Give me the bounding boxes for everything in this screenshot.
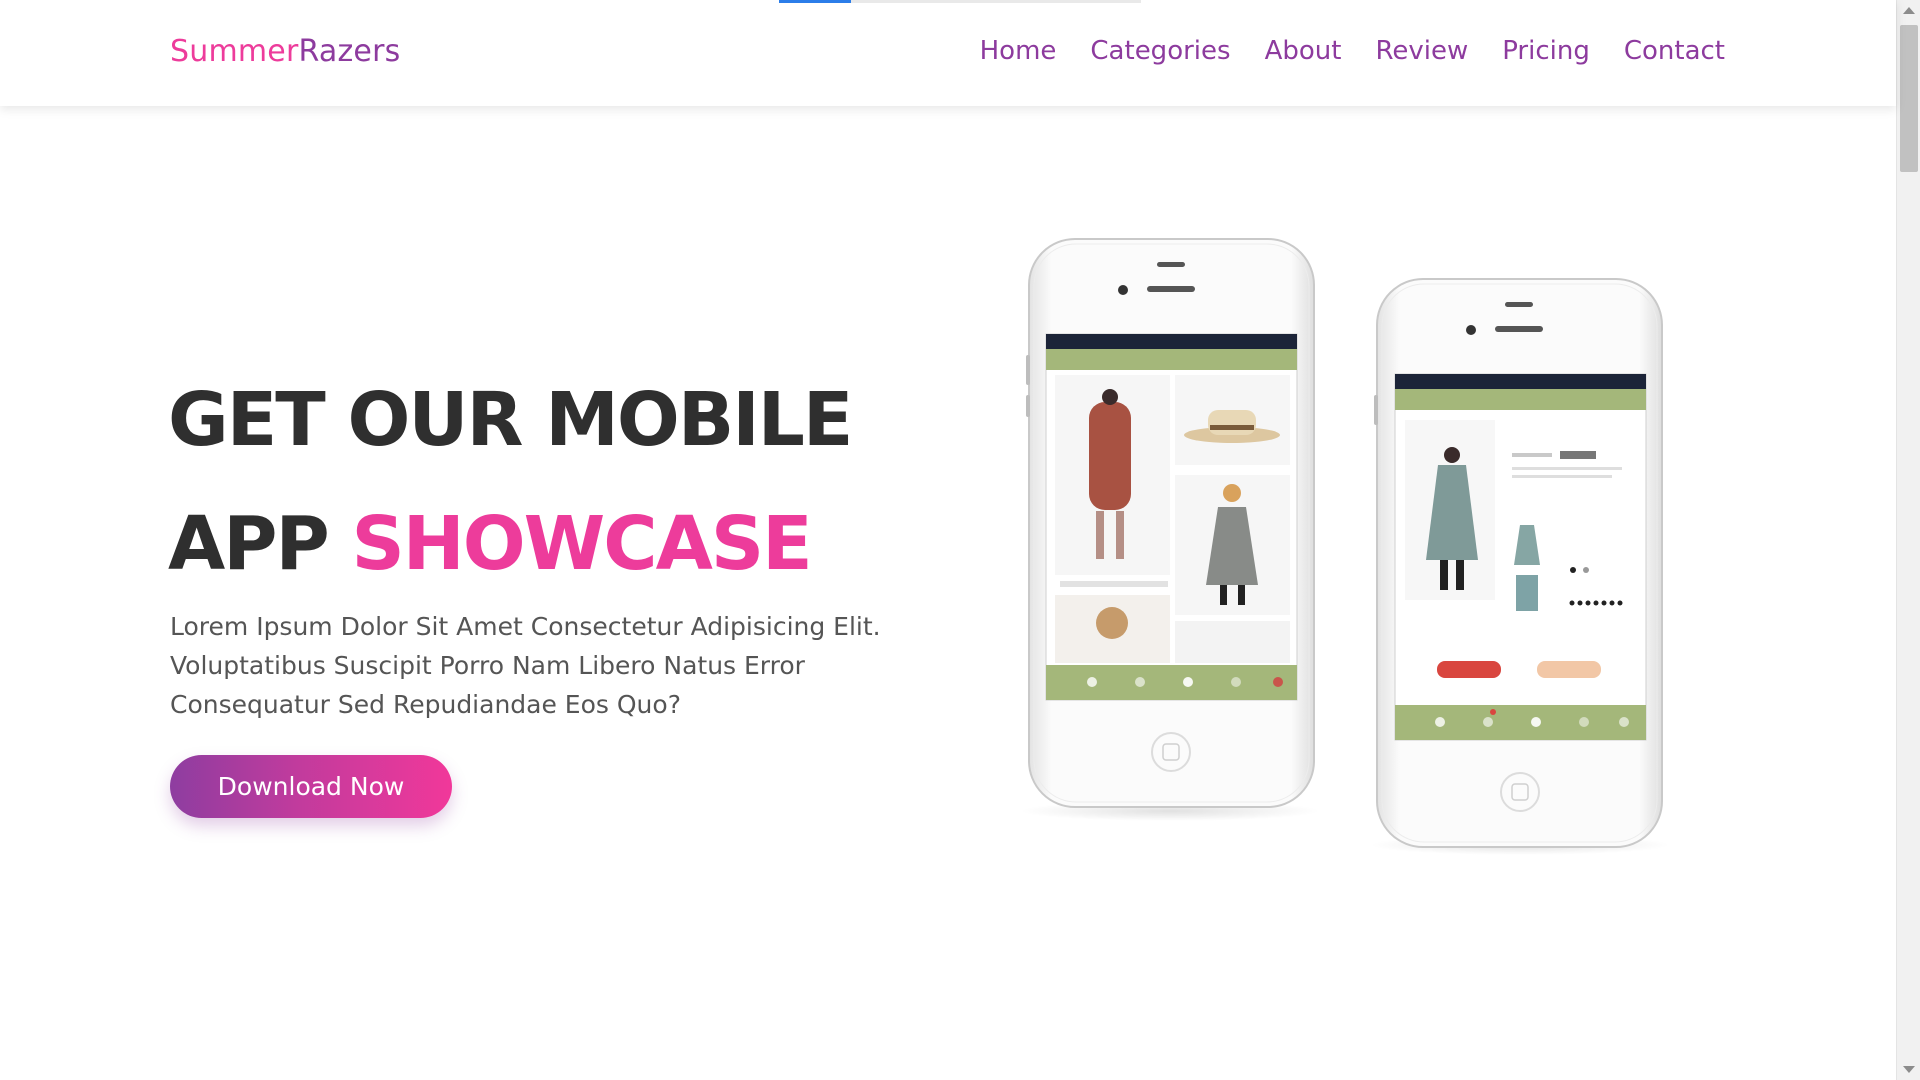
page-loading-progress: [779, 0, 851, 3]
scroll-down-arrow-icon[interactable]: [1903, 1066, 1915, 1073]
hero-title-line-2: APP: [168, 501, 352, 587]
nav-link-contact[interactable]: Contact: [1624, 36, 1725, 66]
nav-link-categories[interactable]: Categories: [1090, 36, 1230, 66]
site-logo[interactable]: SummerRazers: [170, 34, 400, 69]
hero-title: GET OUR MOBILE APP SHOWCASE: [168, 358, 853, 606]
nav-link-home[interactable]: Home: [980, 36, 1057, 66]
scrollbar-thumb[interactable]: [1900, 25, 1918, 172]
nav-link-pricing[interactable]: Pricing: [1502, 36, 1590, 66]
hero-title-accent: SHOWCASE: [351, 501, 813, 587]
phone-mockup-illustration: [1020, 238, 1670, 855]
logo-part-razers: Razers: [298, 34, 401, 69]
phone-1: [1020, 238, 1320, 821]
site-header: SummerRazers Home Categories About Revie…: [0, 0, 1896, 106]
logo-part-summer: Summer: [170, 34, 299, 69]
phone-2: [1370, 278, 1670, 855]
landing-page: SummerRazers Home Categories About Revie…: [0, 0, 1920, 1080]
download-now-button[interactable]: Download Now: [170, 755, 452, 818]
scroll-up-arrow-icon[interactable]: [1903, 7, 1915, 14]
hero-description: Lorem Ipsum Dolor Sit Amet Consectetur A…: [170, 612, 881, 719]
page-loading-bar: [779, 0, 1141, 3]
page-scrollbar[interactable]: [1896, 0, 1920, 1080]
nav-link-review[interactable]: Review: [1375, 36, 1468, 66]
nav-link-about[interactable]: About: [1265, 36, 1342, 66]
main-nav: Home Categories About Review Pricing Con…: [980, 36, 1725, 66]
hero-title-line-1: GET OUR MOBILE: [168, 377, 853, 463]
